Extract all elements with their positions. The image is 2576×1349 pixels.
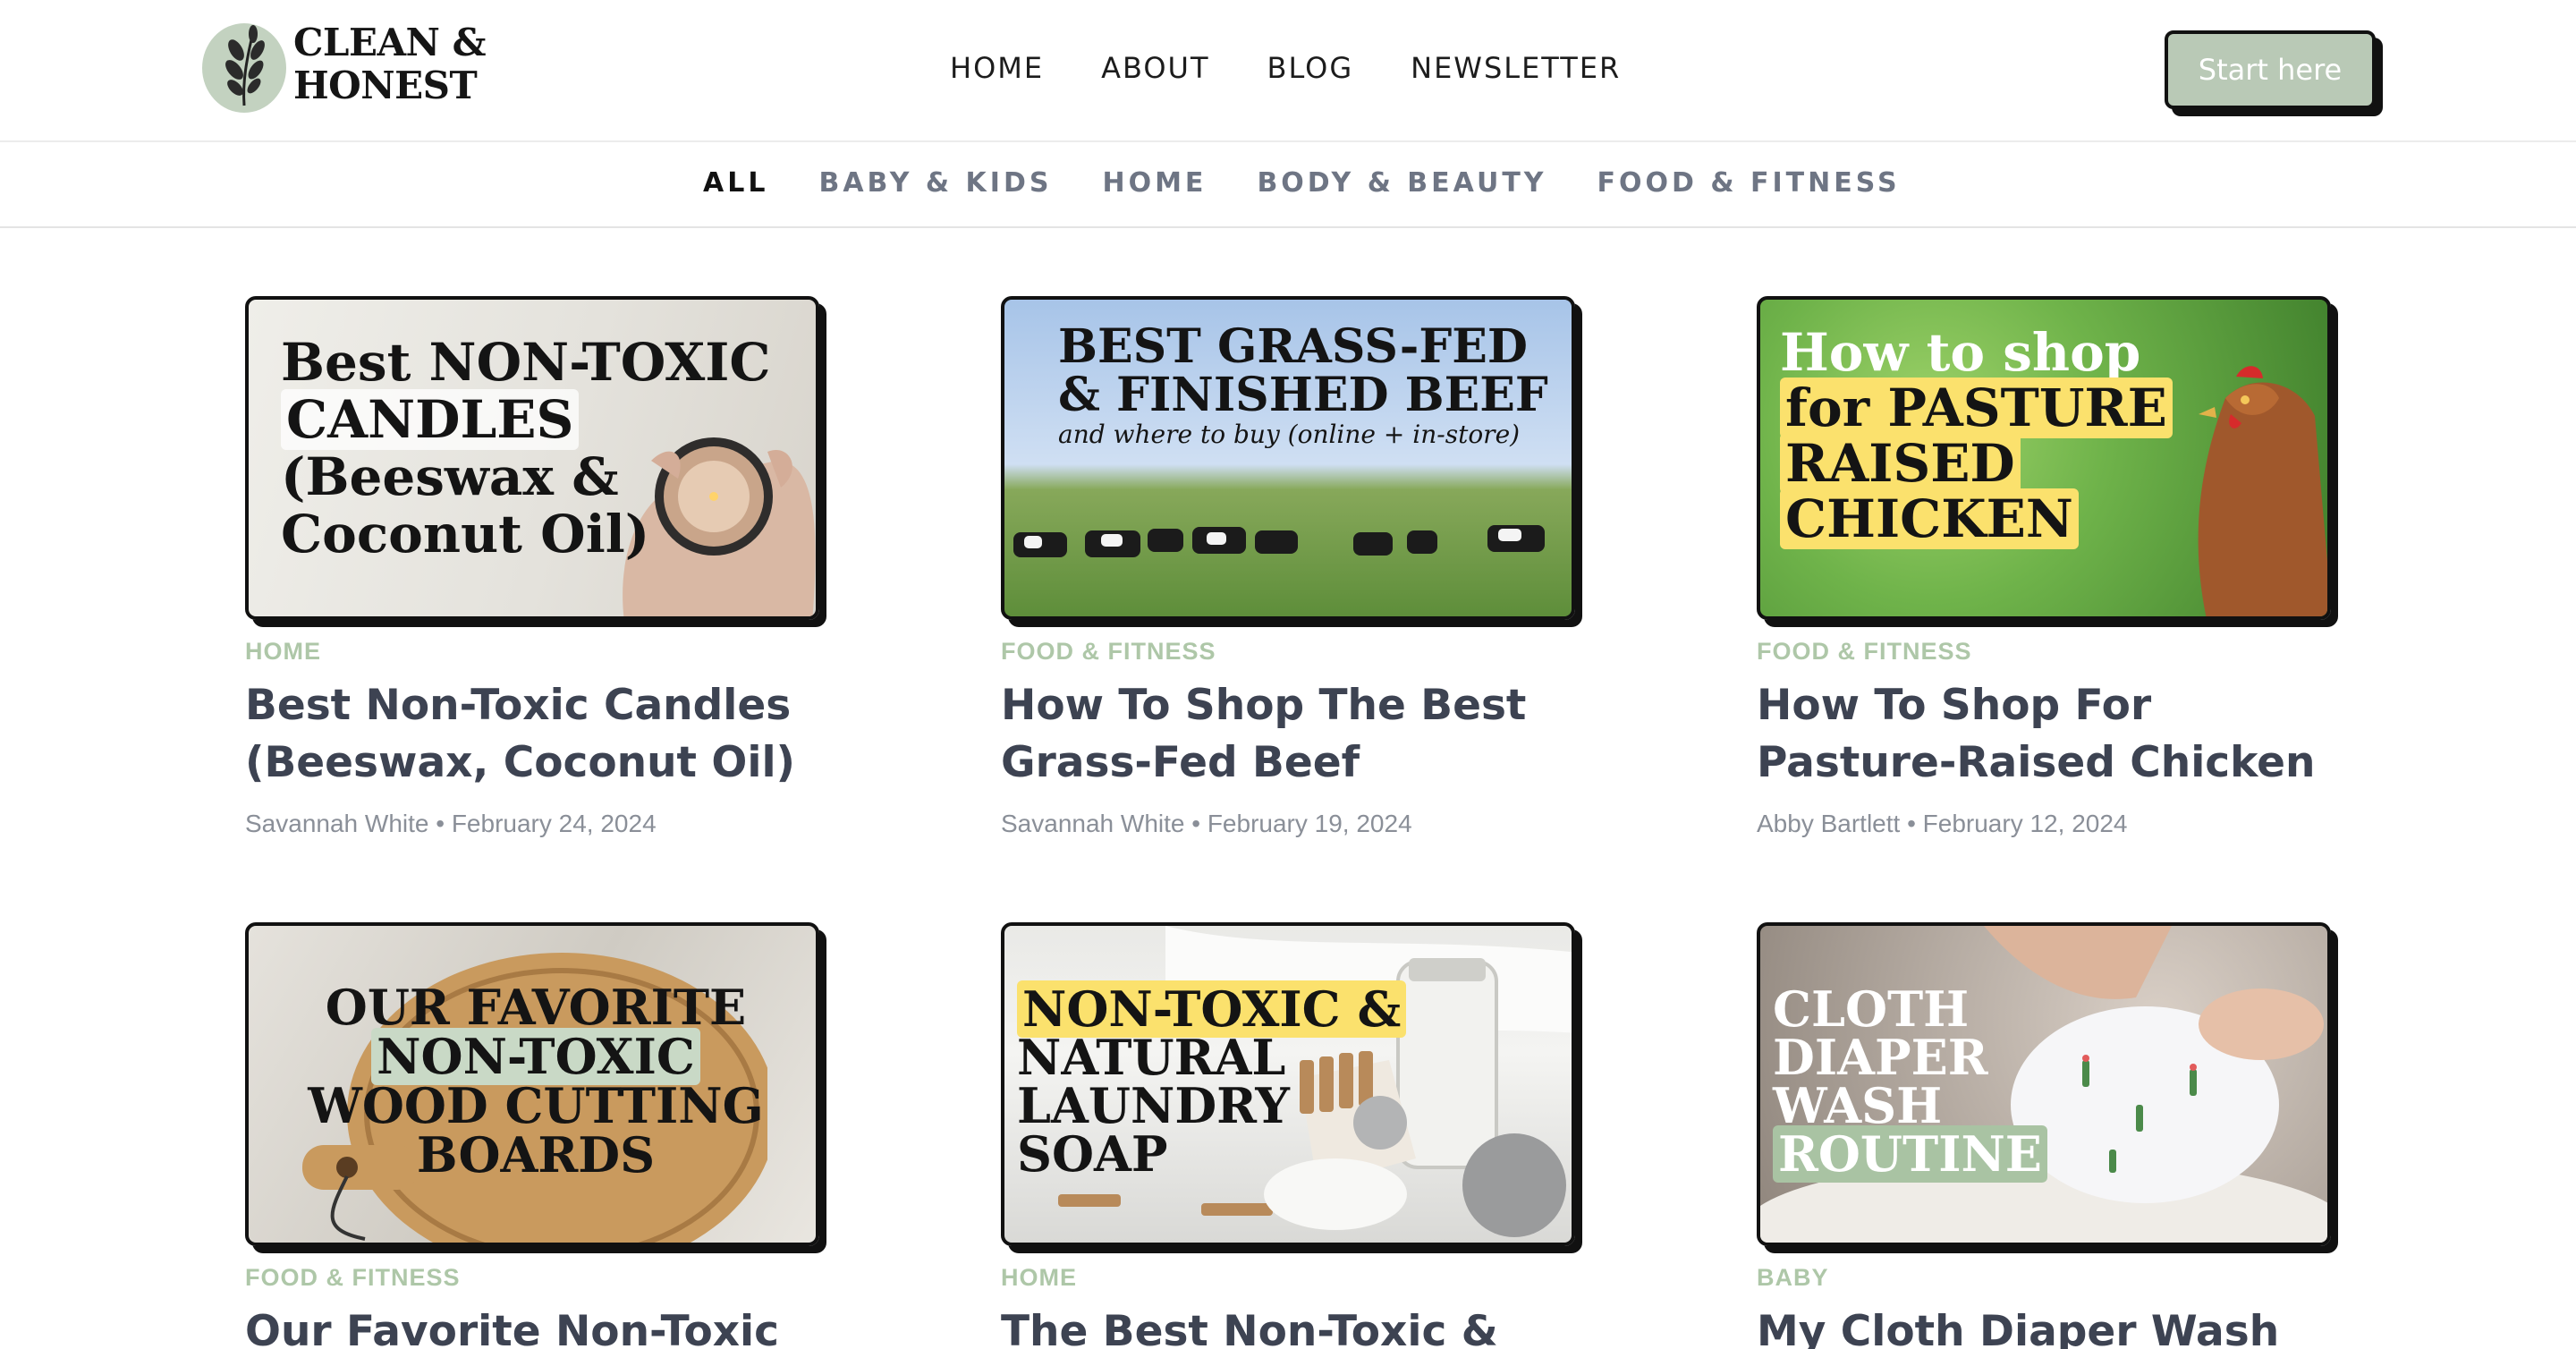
- post-card[interactable]: CLOTH DIAPER WASH ROUTINE BABY My Cloth …: [1757, 922, 2338, 1349]
- site-header: CLEAN & HONEST HOME ABOUT BLOG NEWSLETTE…: [0, 0, 2576, 142]
- post-thumbnail[interactable]: BEST GRASS-FED & FINISHED BEEF and where…: [1001, 296, 1575, 620]
- nav-newsletter[interactable]: NEWSLETTER: [1411, 50, 1621, 86]
- thumb-line: WOOD CUTTING: [308, 1077, 764, 1134]
- thumbnail-headline: NON-TOXIC & NATURAL LAUNDRY SOAP: [1017, 980, 1407, 1183]
- post-thumbnail[interactable]: NON-TOXIC & NATURAL LAUNDRY SOAP: [1001, 922, 1575, 1246]
- thumb-line: Coconut Oil): [281, 504, 650, 564]
- post-card[interactable]: How to shop for PASTURE RAISED CHICKEN F…: [1757, 296, 2338, 840]
- thumb-line: WASH: [1773, 1077, 1943, 1134]
- category-all[interactable]: ALL: [703, 164, 768, 203]
- cows-illustration: [1013, 525, 1545, 557]
- thumb-line: DIAPER: [1773, 1029, 1988, 1086]
- thumb-line: BOARDS: [416, 1126, 656, 1184]
- thumb-line: (Beeswax &: [281, 446, 619, 507]
- thumb-line: NATURAL: [1017, 1029, 1286, 1086]
- post-category[interactable]: FOOD & FITNESS: [1001, 636, 1582, 666]
- post-meta: Savannah White • February 24, 2024: [245, 810, 657, 837]
- thumbnail-headline: Best NON-TOXIC CANDLES (Beeswax & Coconu…: [281, 334, 771, 563]
- thumb-subtitle: and where to buy (online + in-store): [1058, 420, 1521, 449]
- post-card[interactable]: BEST GRASS-FED & FINISHED BEEF and where…: [1001, 296, 1582, 840]
- nav-home[interactable]: HOME: [950, 50, 1044, 86]
- post-title[interactable]: My Cloth Diaper Wash: [1757, 1303, 2329, 1349]
- thumb-line: OUR FAVORITE: [325, 979, 747, 1036]
- thumb-line: CANDLES: [281, 389, 771, 450]
- thumbnail-headline: How to shop for PASTURE RAISED CHICKEN: [1780, 322, 2173, 549]
- thumb-line: SOAP: [1017, 1125, 1168, 1183]
- thumb-line: for PASTURE: [1780, 378, 2173, 438]
- site-logo[interactable]: CLEAN & HONEST: [200, 20, 487, 118]
- thumb-line: & FINISHED BEEF: [1058, 368, 1548, 422]
- nav-about[interactable]: ABOUT: [1101, 50, 1209, 86]
- logo-wordmark: CLEAN & HONEST: [293, 21, 487, 107]
- thumb-line: BEST GRASS-FED: [1058, 319, 1529, 374]
- start-here-button[interactable]: Start here: [2165, 30, 2376, 109]
- post-thumbnail[interactable]: OUR FAVORITE NON-TOXIC WOOD CUTTING BOAR…: [245, 922, 819, 1246]
- post-category[interactable]: HOME: [1001, 1262, 1582, 1293]
- thumb-line: CHICKEN: [1780, 488, 2173, 549]
- thumbnail-headline: BEST GRASS-FED & FINISHED BEEF and where…: [1058, 323, 1548, 450]
- post-category[interactable]: BABY: [1757, 1262, 2338, 1293]
- thumb-line: NON-TOXIC: [249, 1028, 816, 1085]
- logo-line-2: HONEST: [293, 64, 478, 107]
- thumbnail-headline: OUR FAVORITE NON-TOXIC WOOD CUTTING BOAR…: [249, 979, 816, 1184]
- thumb-line: LAUNDRY: [1017, 1077, 1290, 1134]
- post-thumbnail[interactable]: How to shop for PASTURE RAISED CHICKEN: [1757, 296, 2331, 620]
- post-title[interactable]: How To Shop The Best Grass-Fed Beef: [1001, 677, 1573, 792]
- post-title[interactable]: Our Favorite Non-Toxic: [245, 1303, 818, 1349]
- thumb-line: RAISED: [1780, 433, 2173, 494]
- category-body-beauty[interactable]: BODY & BEAUTY: [1257, 164, 1546, 203]
- category-food-fitness[interactable]: FOOD & FITNESS: [1597, 164, 1901, 203]
- chicken-illustration: [2198, 366, 2327, 616]
- post-card[interactable]: OUR FAVORITE NON-TOXIC WOOD CUTTING BOAR…: [245, 922, 826, 1349]
- thumb-line: CLOTH: [1773, 980, 1970, 1038]
- thumbnail-headline: CLOTH DIAPER WASH ROUTINE: [1773, 980, 2047, 1183]
- thumb-line: NON-TOXIC &: [1017, 980, 1407, 1038]
- thumb-line: ROUTINE: [1773, 1125, 2047, 1183]
- post-meta: Savannah White • February 19, 2024: [1001, 810, 1412, 837]
- thumb-line: How to shop: [1780, 322, 2141, 383]
- thumb-line: Best NON-TOXIC: [281, 332, 771, 393]
- category-baby-kids[interactable]: BABY & KIDS: [818, 164, 1052, 203]
- post-title[interactable]: The Best Non-Toxic &: [1001, 1303, 1573, 1349]
- post-thumbnail[interactable]: CLOTH DIAPER WASH ROUTINE: [1757, 922, 2331, 1246]
- post-card[interactable]: Best NON-TOXIC CANDLES (Beeswax & Coconu…: [245, 296, 826, 840]
- post-category[interactable]: HOME: [245, 636, 826, 666]
- category-filter-bar: ALL BABY & KIDS HOME BODY & BEAUTY FOOD …: [0, 144, 2576, 228]
- post-title[interactable]: Best Non-Toxic Candles (Beeswax, Coconut…: [245, 677, 818, 792]
- nav-blog[interactable]: BLOG: [1267, 50, 1354, 86]
- logo-line-1: CLEAN &: [293, 21, 487, 64]
- category-home[interactable]: HOME: [1102, 164, 1207, 203]
- post-meta: Abby Bartlett • February 12, 2024: [1757, 810, 2128, 837]
- main-nav: HOME ABOUT BLOG NEWSLETTER: [950, 50, 1621, 86]
- post-category[interactable]: FOOD & FITNESS: [1757, 636, 2338, 666]
- post-title[interactable]: How To Shop For Pasture-Raised Chicken: [1757, 677, 2329, 792]
- post-category[interactable]: FOOD & FITNESS: [245, 1262, 826, 1293]
- post-thumbnail[interactable]: Best NON-TOXIC CANDLES (Beeswax & Coconu…: [245, 296, 819, 620]
- category-list: ALL BABY & KIDS HOME BODY & BEAUTY FOOD …: [703, 164, 1901, 203]
- post-card[interactable]: NON-TOXIC & NATURAL LAUNDRY SOAP HOME Th…: [1001, 922, 1582, 1349]
- logo-leaf-icon: [202, 23, 286, 113]
